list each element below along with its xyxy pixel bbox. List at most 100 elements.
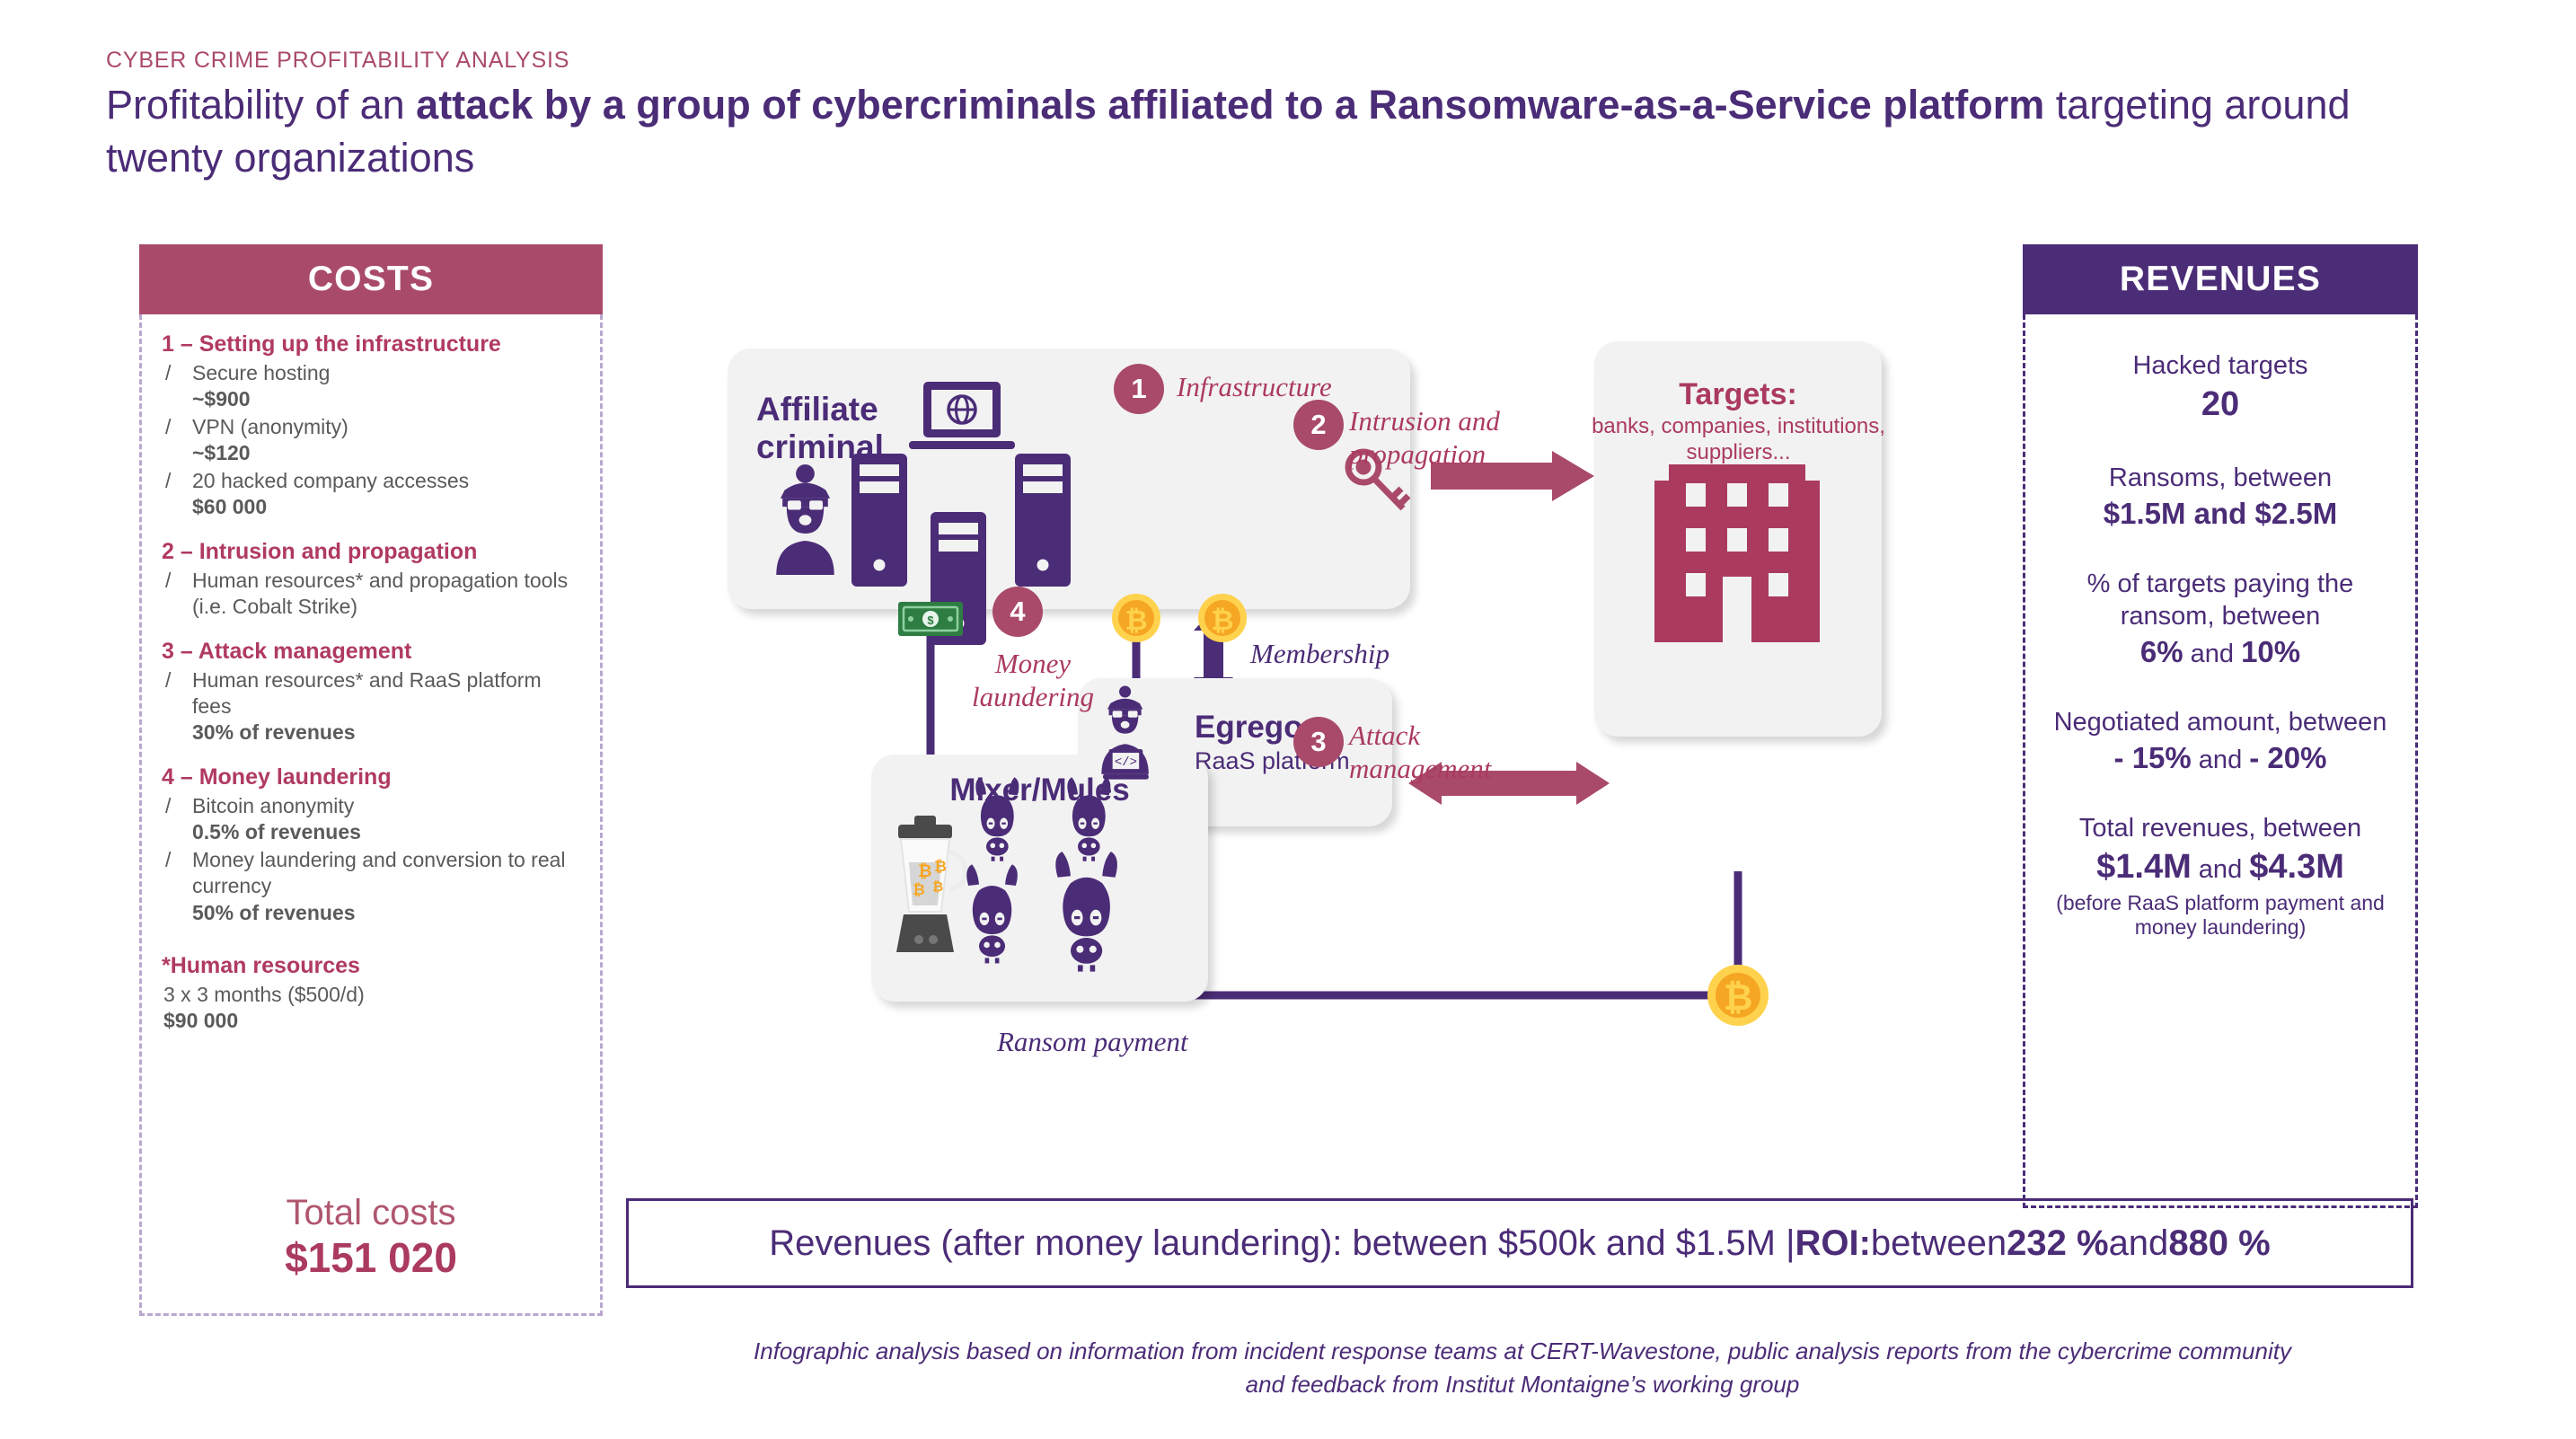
targets-subtitle: banks, companies, institutions, supplier… xyxy=(1592,414,1885,465)
step-label-infrastructure: Infrastructure xyxy=(1177,371,1332,402)
egregor-hacker-icon: </> xyxy=(1101,685,1149,780)
cost-item: / 20 hacked company accesses $60 000 xyxy=(162,468,580,521)
step-label-money-laundering: Money laundering xyxy=(971,648,1095,713)
revenue-label: Negotiated amount, between xyxy=(2053,707,2387,737)
revenue-value-low: - 15% xyxy=(2113,740,2192,774)
revenue-value-conj: and xyxy=(2183,639,2242,668)
revenue-value: $1.4M and $4.3M xyxy=(2040,845,2401,889)
hacker-avatar-icon xyxy=(776,463,834,575)
banner-roi-high: 880 % xyxy=(2168,1223,2271,1263)
cost-item-text: 20 hacked company accesses xyxy=(192,468,470,492)
revenue-value-high: $4.3M xyxy=(2249,848,2344,887)
slash-bullet-icon: / xyxy=(165,414,172,438)
cost-section-title: 2 – Intrusion and propagation xyxy=(162,538,478,564)
step-label-attack-management: Attack management xyxy=(1349,720,1492,785)
cost-section-title: 4 – Money laundering xyxy=(162,764,392,790)
svg-text:₿: ₿ xyxy=(913,881,925,898)
cost-item-value: 30% of revenues xyxy=(192,720,356,745)
cost-section: 1 – Setting up the infrastructure / Secu… xyxy=(162,331,580,522)
revenue-value-low: $1.4M xyxy=(2096,848,2192,887)
costs-panel: COSTS 1 – Setting up the infrastructure … xyxy=(139,244,603,1316)
cost-item-label: 20 hacked company accesses $60 000 xyxy=(192,468,469,521)
banner-roi-low: 232 % xyxy=(2007,1223,2109,1263)
cost-item-text: Human resources* and RaaS platform fees xyxy=(192,667,542,718)
revenue-label: % of targets paying the ransom, between xyxy=(2086,569,2354,631)
banner-between-text: between xyxy=(1870,1223,2007,1263)
total-costs-label: Total costs xyxy=(286,1192,456,1232)
svg-text:₿: ₿ xyxy=(1724,978,1753,1018)
cost-section: 4 – Money laundering / Bitcoin anonymity… xyxy=(162,749,580,927)
svg-text:₿: ₿ xyxy=(918,862,931,881)
costs-panel-body: 1 – Setting up the infrastructure / Secu… xyxy=(139,314,603,1316)
slash-bullet-icon: / xyxy=(165,361,172,384)
svg-text:₿: ₿ xyxy=(932,879,943,895)
svg-text:</>: </> xyxy=(1115,755,1137,770)
step-badge-3: 3 xyxy=(1293,717,1344,767)
cost-item: / VPN (anonymity) ~$120 xyxy=(162,414,580,467)
revenue-note: (before RaaS platform payment and money … xyxy=(2056,890,2385,940)
revenue-value-high: 10% xyxy=(2241,634,2301,668)
revenue-block: Hacked targets 20 xyxy=(2040,350,2401,427)
bitcoin-coin-icon: ₿ xyxy=(1112,594,1160,642)
cost-item-label: Human resources* and propagation tools (… xyxy=(192,568,580,621)
revenue-label: Total revenues, between xyxy=(2078,814,2362,843)
slash-bullet-icon: / xyxy=(165,793,172,817)
title-part-1: Profitability of an xyxy=(106,82,417,128)
cost-item-label: Secure hosting ~$900 xyxy=(192,360,330,413)
svg-text:₿: ₿ xyxy=(934,858,947,875)
banner-and-text: and xyxy=(2108,1223,2169,1263)
cost-section-title: 1 – Setting up the infrastructure xyxy=(162,331,501,357)
cost-item-label: Human resources* and RaaS platform fees 3… xyxy=(192,667,580,746)
cost-item-value: 50% of revenues xyxy=(192,900,356,924)
revenue-value-conj: and xyxy=(2191,855,2250,885)
total-costs-value: $151 020 xyxy=(285,1233,457,1281)
mixer-mules-title: Mixer/Mules xyxy=(949,772,1130,808)
banknote-icon: $ xyxy=(898,602,963,636)
cost-section-title: 3 – Attack management xyxy=(162,638,412,664)
slash-bullet-icon: / xyxy=(165,667,172,692)
cost-item-label: Bitcoin anonymity 0.5% of revenues xyxy=(192,793,361,846)
bitcoin-coin-icon: ₿ xyxy=(1707,965,1769,1026)
human-resources-note: *Human resources 3 x 3 months ($500/d) $… xyxy=(162,952,580,1033)
slash-bullet-icon: / xyxy=(165,568,172,592)
eyebrow-label: CYBER CRIME PROFITABILITY ANALYSIS xyxy=(106,48,570,73)
revenue-block: % of targets paying the ransom, between … xyxy=(2040,569,2401,671)
cost-item-value: $60 000 xyxy=(192,495,268,519)
cost-item-text: Secure hosting xyxy=(192,361,331,384)
svg-text:₿: ₿ xyxy=(1125,605,1147,636)
svg-text:₿: ₿ xyxy=(1211,605,1233,636)
cost-item-text: Human resources* and propagation tools (… xyxy=(192,568,569,619)
cost-item-text: Money laundering and conversion to real … xyxy=(192,847,566,898)
hr-note-title: *Human resources xyxy=(162,953,360,978)
cost-item-value: ~$120 xyxy=(192,441,251,465)
bitcoin-coin-icon: ₿ xyxy=(1198,594,1247,642)
slash-bullet-icon: / xyxy=(165,468,172,492)
cost-item-value: 0.5% of revenues xyxy=(192,820,361,844)
cost-item: / Money laundering and conversion to rea… xyxy=(162,847,580,926)
laptop-globe-icon xyxy=(909,382,1015,449)
cost-item: / Bitcoin anonymity 0.5% of revenues xyxy=(162,793,580,846)
cost-item-text: Bitcoin anonymity xyxy=(192,793,355,817)
revenue-block: Negotiated amount, between - 15% and - 2… xyxy=(2040,707,2401,777)
revenue-value-conj: and xyxy=(2191,745,2250,774)
hr-note-line: 3 x 3 months ($500/d) xyxy=(163,983,365,1006)
revenue-value: $1.5M and $2.5M xyxy=(2103,496,2338,530)
affiliate-criminal-title: Affiliate criminal xyxy=(756,391,884,466)
revenues-panel-body: Hacked targets 20 Ransoms, between $1.5M… xyxy=(2023,314,2418,1208)
server-tower-icon xyxy=(1015,454,1071,587)
revenue-block: Ransoms, between $1.5M and $2.5M xyxy=(2040,463,2401,533)
total-costs: Total costs $151 020 xyxy=(162,1192,580,1306)
step-label-intrusion: Intrusion and propagation xyxy=(1349,405,1500,471)
label-ransom-payment: Ransom payment xyxy=(997,1026,1188,1057)
targets-title: Targets: xyxy=(1679,377,1797,411)
cost-item: / Secure hosting ~$900 xyxy=(162,360,580,413)
step-badge-1: 1 xyxy=(1114,364,1164,414)
revenue-value: - 15% and - 20% xyxy=(2040,739,2401,777)
svg-text:$: $ xyxy=(927,614,934,627)
step-badge-2: 2 xyxy=(1293,400,1344,450)
revenue-value-low: 6% xyxy=(2139,634,2183,668)
footnote-line-1: Infographic analysis based on informatio… xyxy=(754,1337,2291,1364)
revenue-value: 6% and 10% xyxy=(2040,633,2401,671)
slash-bullet-icon: / xyxy=(165,847,172,871)
label-membership: Membership xyxy=(1250,638,1389,669)
